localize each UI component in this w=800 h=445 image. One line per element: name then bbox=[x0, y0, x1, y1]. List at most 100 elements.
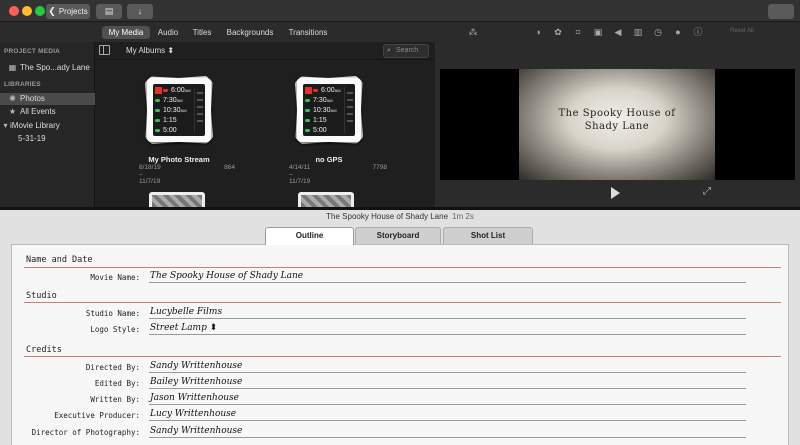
director-of-photography-field[interactable]: Sandy Writtenhouse bbox=[149, 426, 746, 438]
stabilization-icon[interactable]: ▣ bbox=[593, 27, 603, 37]
tab-outline[interactable]: Outline bbox=[265, 227, 354, 245]
directed-by-field[interactable]: Sandy Writtenhouse bbox=[149, 361, 746, 373]
section-studio: Studio bbox=[26, 291, 57, 301]
thumb-time: 10:30AM bbox=[155, 106, 193, 115]
tab-shot-list[interactable]: Shot List bbox=[443, 227, 533, 244]
written-by-field[interactable]: Jason Writtenhouse bbox=[149, 393, 746, 405]
thumbnail-image: 6:00AM 7:30AM 10:30AM 1:15 5:00 bbox=[303, 84, 355, 136]
browser-toolbar: My Albums ⬍ ⌕ Search bbox=[95, 42, 435, 60]
speed-icon[interactable]: ◷ bbox=[653, 27, 663, 37]
reset-all-button[interactable]: Reset All bbox=[730, 28, 754, 34]
search-icon: ⌕ bbox=[387, 47, 391, 54]
logo-style-select[interactable]: Street Lamp ⬍ bbox=[149, 323, 746, 335]
search-placeholder: Search bbox=[396, 47, 419, 54]
import-button[interactable]: ↓ bbox=[127, 4, 153, 19]
section-rule bbox=[24, 356, 781, 357]
album-dates: 4/14/11 – 11/7/19 bbox=[289, 164, 311, 185]
fullscreen-icon[interactable]: ⤢ bbox=[703, 186, 711, 197]
field-label: Written By: bbox=[90, 395, 140, 404]
film-strip-icon: ▤ bbox=[104, 6, 114, 16]
thumb-time: 5:00 bbox=[155, 126, 193, 135]
album-thumbnail-partial[interactable] bbox=[298, 192, 354, 207]
color-correction-icon[interactable]: ✿ bbox=[553, 27, 563, 37]
studio-name-field[interactable]: Lucybelle Films bbox=[149, 307, 746, 319]
color-balance-icon[interactable]: ◑ bbox=[533, 27, 543, 37]
equalizer-icon[interactable]: ▥ bbox=[633, 27, 643, 37]
magic-wand-icon[interactable]: ⁂ bbox=[468, 27, 478, 37]
viewer: The Spooky House of Shady Lane ⤢ bbox=[435, 42, 800, 207]
movie-name-field[interactable]: The Spooky House of Shady Lane bbox=[149, 271, 746, 283]
sidebar-item-project[interactable]: ▦ The Spo...ady Lane bbox=[0, 62, 95, 74]
photos-icon: ✺ bbox=[9, 94, 16, 103]
tab-my-media[interactable]: My Media bbox=[102, 26, 150, 39]
field-label: Edited By: bbox=[94, 379, 140, 388]
field-label: Director of Photography: bbox=[31, 428, 140, 437]
title-bar: ❮ Projects ▤ ↓ bbox=[0, 0, 800, 22]
section-rule bbox=[24, 267, 781, 268]
sidebar-item-label: All Events bbox=[20, 107, 56, 116]
thumb-time: 5:00 bbox=[305, 126, 343, 135]
sidebar: PROJECT MEDIA ▦ The Spo...ady Lane LIBRAR… bbox=[0, 42, 95, 207]
field-label: Directed By: bbox=[85, 363, 140, 372]
import-arrow-icon: ↓ bbox=[137, 6, 143, 16]
sidebar-item-label: Photos bbox=[20, 94, 45, 103]
project-name: The Spooky House of Shady Lane bbox=[326, 212, 449, 221]
clip-filter-icon[interactable]: ● bbox=[673, 27, 683, 37]
sidebar-item-all-events[interactable]: ★ All Events bbox=[0, 106, 95, 118]
tab-storyboard[interactable]: Storyboard bbox=[355, 227, 441, 244]
volume-icon[interactable]: ◀ bbox=[613, 27, 623, 37]
maximize-window-button[interactable] bbox=[35, 6, 45, 16]
media-browser-button[interactable]: ▤ bbox=[96, 4, 122, 19]
field-label: Logo Style: bbox=[90, 325, 140, 334]
section-credits: Credits bbox=[26, 345, 62, 355]
field-label: Studio Name: bbox=[85, 309, 140, 318]
media-browser: My Albums ⬍ ⌕ Search 6:00AM 7:30AM 10:30A… bbox=[95, 42, 435, 207]
project-title: The Spooky House of Shady Lane 1m 2s bbox=[0, 212, 800, 221]
albums-dropdown[interactable]: My Albums ⬍ bbox=[126, 46, 174, 55]
album-dates: 8/18/19 – 11/7/19 bbox=[139, 164, 161, 185]
album-count: 7798 bbox=[372, 164, 387, 171]
tab-audio[interactable]: Audio bbox=[154, 26, 182, 39]
album-thumbnail-partial[interactable] bbox=[149, 192, 205, 207]
search-input[interactable]: ⌕ Search bbox=[383, 44, 429, 58]
tab-backgrounds[interactable]: Backgrounds bbox=[225, 26, 275, 39]
preview-screen[interactable]: The Spooky House of Shady Lane bbox=[440, 69, 795, 180]
preview-title: The Spooky House of Shady Lane bbox=[519, 107, 715, 133]
disclosure-triangle-icon[interactable]: ▾ bbox=[2, 120, 9, 132]
chevron-updown-icon: ⬍ bbox=[167, 46, 175, 55]
preview-title-line: Shady Lane bbox=[584, 121, 650, 132]
tab-transitions[interactable]: Transitions bbox=[284, 26, 332, 39]
tab-titles[interactable]: Titles bbox=[188, 26, 216, 39]
close-window-button[interactable] bbox=[9, 6, 19, 16]
minimize-window-button[interactable] bbox=[22, 6, 32, 16]
libraries-header: LIBRARIES bbox=[4, 81, 41, 88]
thumb-time: 7:30AM bbox=[305, 96, 343, 105]
thumb-time: 10:30AM bbox=[305, 106, 343, 115]
sidebar-item-photos[interactable]: ✺ Photos bbox=[0, 93, 95, 105]
section-rule bbox=[24, 302, 781, 303]
sidebar-item-label: iMovie Library bbox=[10, 121, 60, 130]
share-button[interactable] bbox=[768, 4, 794, 19]
sidebar-item-imovie-library[interactable]: ▾ iMovie Library bbox=[0, 120, 95, 132]
info-icon[interactable]: ⓘ bbox=[693, 27, 703, 37]
play-icon[interactable] bbox=[611, 187, 620, 199]
album-title: no GPS bbox=[315, 155, 343, 164]
projects-label: Projects bbox=[58, 7, 88, 16]
field-label: Executive Producer: bbox=[54, 411, 140, 420]
chevron-left-icon: ❮ bbox=[48, 6, 56, 16]
section-name-and-date: Name and Date bbox=[26, 255, 93, 265]
sidebar-toggle-icon[interactable] bbox=[99, 45, 110, 55]
album-title: My Photo Stream bbox=[148, 155, 210, 164]
thumbnail-image: 6:00AM 7:30AM 10:30AM 1:15 5:00 bbox=[153, 84, 205, 136]
sidebar-item-event[interactable]: 5-31-19 bbox=[0, 133, 95, 145]
edited-by-field[interactable]: Bailey Writtenhouse bbox=[149, 377, 746, 389]
project-editor: The Spooky House of Shady Lane 1m 2s Outl… bbox=[0, 210, 800, 445]
projects-button[interactable]: ❮ Projects bbox=[46, 4, 90, 19]
thumb-time: 1:15 bbox=[305, 116, 343, 125]
preview-title-line: The Spooky House of bbox=[558, 108, 676, 119]
media-tabs-bar: My Media Audio Titles Backgrounds Transi… bbox=[0, 22, 800, 42]
album-count: 864 bbox=[224, 164, 235, 171]
crop-icon[interactable]: ⌗ bbox=[573, 27, 583, 37]
outline-sheet: Name and Date Movie Name: The Spooky Hou… bbox=[11, 244, 789, 445]
executive-producer-field[interactable]: Lucy Writtenhouse bbox=[149, 409, 746, 421]
